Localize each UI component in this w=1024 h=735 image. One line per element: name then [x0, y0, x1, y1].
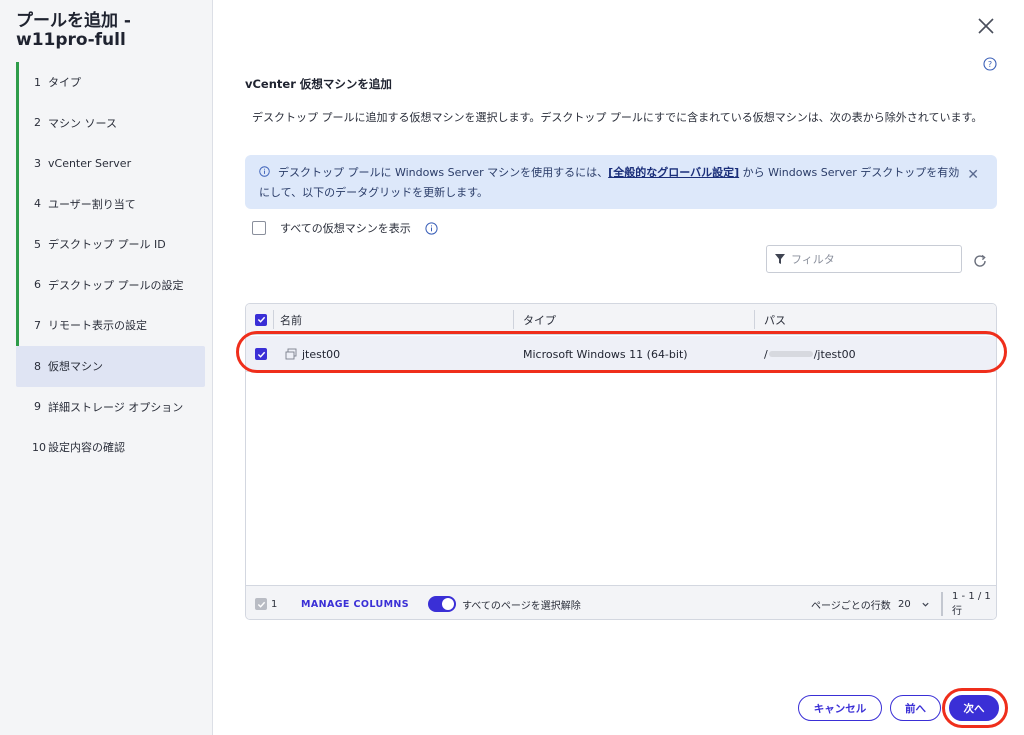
- step-label: リモート表示の設定: [48, 319, 147, 333]
- wizard-sidebar: プールを追加 - w11pro-full 1 タイプ 2 マシン ソース 3 v…: [0, 0, 213, 735]
- toggle-label: すべてのページを選択解除: [462, 600, 581, 612]
- help-icon[interactable]: ?: [983, 56, 997, 71]
- show-all-label: すべての仮想マシンを表示: [280, 222, 411, 235]
- step-pool-id[interactable]: 5 デスクトップ プール ID: [16, 224, 205, 265]
- step-label: タイプ: [48, 76, 81, 90]
- page-title: vCenter 仮想マシンを追加: [245, 77, 392, 91]
- grid-footer: 1 MANAGE COLUMNS すべてのページを選択解除 ページごとの行数 2…: [246, 585, 996, 619]
- step-user-assignment[interactable]: 4 ユーザー割り当て: [16, 183, 205, 224]
- step-number: 1: [34, 75, 41, 89]
- step-number: 6: [34, 278, 41, 292]
- pagination-range: 1 - 1 / 1 行: [952, 591, 991, 617]
- wizard-title: プールを追加 - w11pro-full: [16, 11, 131, 50]
- step-label: 仮想マシン: [48, 360, 103, 373]
- step-virtual-machines[interactable]: 8 仮想マシン: [16, 345, 205, 387]
- step-number: 9: [34, 400, 41, 414]
- step-label: マシン ソース: [48, 116, 117, 130]
- rows-per-page-label: ページごとの行数: [811, 600, 891, 612]
- step-machine-source[interactable]: 2 マシン ソース: [16, 102, 205, 143]
- filter-input[interactable]: フィルタ: [766, 245, 962, 273]
- banner-text-before: デスクトップ プールに Windows Server マシンを使用するには、: [278, 166, 609, 179]
- show-all-vms: すべての仮想マシンを表示: [252, 220, 438, 236]
- step-remote-display[interactable]: 7 リモート表示の設定: [16, 305, 205, 346]
- page-description: デスクトップ プールに追加する仮想マシンを選択します。デスクトップ プールにすで…: [252, 111, 983, 124]
- selected-count: 1: [271, 598, 278, 610]
- close-icon[interactable]: [974, 14, 998, 38]
- deselect-all-toggle[interactable]: [428, 596, 456, 612]
- step-vcenter-server[interactable]: 3 vCenter Server: [16, 143, 205, 184]
- step-number: 5: [34, 237, 41, 251]
- step-label: デスクトップ プール ID: [48, 238, 166, 252]
- step-label: ユーザー割り当て: [48, 197, 136, 211]
- manage-columns-button[interactable]: MANAGE COLUMNS: [301, 586, 409, 619]
- info-icon[interactable]: [425, 221, 438, 235]
- svg-text:?: ?: [988, 60, 992, 69]
- step-label: 詳細ストレージ オプション: [48, 400, 184, 414]
- rows-per-page-value: 20: [898, 598, 911, 610]
- info-icon: [259, 166, 270, 177]
- step-pool-settings[interactable]: 6 デスクトップ プールの設定: [16, 264, 205, 305]
- column-divider[interactable]: [513, 310, 514, 329]
- step-number: 10: [32, 440, 46, 454]
- highlight-annotation-next: [942, 688, 1008, 728]
- highlight-annotation-row: [236, 331, 1007, 373]
- close-banner-icon[interactable]: ✕: [967, 165, 979, 185]
- checkbox-checked-icon: [255, 598, 267, 610]
- column-divider: [273, 310, 274, 329]
- step-number: 3: [34, 156, 41, 170]
- step-type[interactable]: 1 タイプ: [16, 62, 205, 103]
- back-button[interactable]: 前へ: [890, 695, 941, 721]
- step-review[interactable]: 10 設定内容の確認: [16, 427, 205, 468]
- footer-divider: [941, 592, 943, 616]
- step-number: 4: [34, 197, 41, 211]
- cancel-button[interactable]: キャンセル: [798, 695, 882, 721]
- step-number: 2: [34, 116, 41, 130]
- info-banner: デスクトップ プールに Windows Server マシンを使用するには、[全…: [245, 155, 997, 209]
- step-label: 設定内容の確認: [48, 441, 125, 455]
- filter-placeholder: フィルタ: [791, 253, 835, 266]
- chevron-down-icon: [922, 602, 929, 607]
- filter-icon: [775, 254, 785, 264]
- step-number: 8: [34, 359, 41, 373]
- footer-select-checkbox: [255, 586, 267, 619]
- step-label: vCenter Server: [48, 156, 132, 170]
- global-settings-link[interactable]: [全般的なグローバル設定]: [608, 166, 739, 179]
- wizard-steps: 1 タイプ 2 マシン ソース 3 vCenter Server 4 ユーザー割…: [16, 62, 205, 468]
- show-all-checkbox[interactable]: [252, 221, 266, 235]
- step-number: 7: [34, 318, 41, 332]
- column-divider[interactable]: [754, 310, 755, 329]
- rows-per-page-select[interactable]: 20: [898, 586, 930, 619]
- step-label: デスクトップ プールの設定: [48, 278, 184, 292]
- step-advanced-storage[interactable]: 9 詳細ストレージ オプション: [16, 387, 205, 428]
- checkbox-checked-icon: [255, 313, 267, 326]
- deselect-all-pages: すべてのページを選択解除: [428, 586, 581, 619]
- refresh-icon[interactable]: [972, 253, 988, 269]
